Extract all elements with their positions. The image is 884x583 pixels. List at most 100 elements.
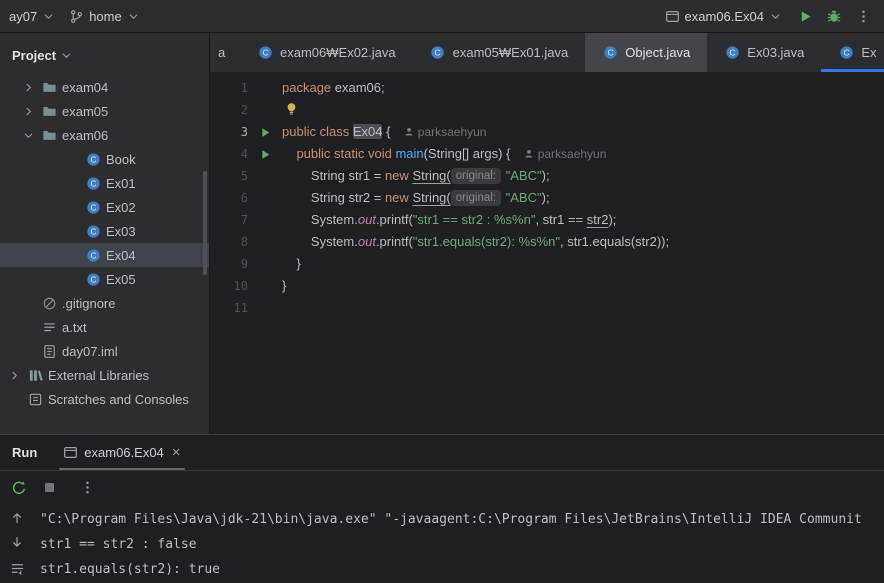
run-config-selector[interactable]: exam06.Ex04	[658, 6, 790, 27]
tree-item-external-libraries[interactable]: External Libraries	[0, 363, 209, 387]
tree-item-exam04[interactable]: exam04	[0, 75, 209, 99]
line-number[interactable]: 11	[210, 297, 248, 319]
stop-icon	[42, 480, 57, 495]
line-number[interactable]: 5	[210, 165, 248, 187]
code-line-5[interactable]: 5 String str1 = new String(original: "AB…	[210, 165, 884, 187]
tree-item-exam06[interactable]: exam06	[0, 123, 209, 147]
tree-item-gitignore[interactable]: .gitignore	[0, 291, 209, 315]
tree-item-label: .gitignore	[62, 295, 116, 311]
line-number[interactable]: 2	[210, 99, 248, 121]
line-number[interactable]: 7	[210, 209, 248, 231]
line-number[interactable]: 9	[210, 253, 248, 275]
tab-label: Ex03.java	[747, 45, 805, 60]
run-tool-window: Run exam06.Ex04 × "C:\Program Files\Java…	[0, 434, 884, 583]
tree-item-label: exam04	[62, 79, 109, 95]
tree-item-ex02[interactable]: C Ex02	[0, 195, 209, 219]
stop-button[interactable]	[36, 476, 62, 500]
editor-tab-ex[interactable]: C Ex	[821, 33, 884, 72]
tree-item-ex05[interactable]: C Ex05	[0, 267, 209, 291]
code-line-8[interactable]: 8 System.out.printf("str1.equals(str2): …	[210, 231, 884, 253]
debug-button[interactable]	[821, 3, 847, 29]
vcs-branch-widget[interactable]: home	[62, 6, 147, 27]
chevron-right-icon[interactable]	[6, 369, 22, 382]
scroll-up-button[interactable]	[4, 508, 30, 529]
editor-tab-object-java[interactable]: C Object.java	[585, 33, 708, 72]
run-panel-title[interactable]: Run	[0, 445, 53, 460]
code-line-1[interactable]: 1 package exam06;	[210, 77, 884, 99]
svg-text:C: C	[90, 226, 96, 236]
code-line-2[interactable]: 2	[210, 99, 884, 121]
editor-area: a Cexam06₩Ex02.java Cexam05₩Ex01.java C Obje…	[210, 33, 884, 434]
chevron-right-icon[interactable]	[20, 105, 36, 118]
project-tree: exam04 exam05 exam06 C Book C Ex01 C Ex02 C Ex03 C E…	[0, 69, 209, 411]
code-line-9[interactable]: 9 }	[210, 253, 884, 275]
tree-item-ex01[interactable]: C Ex01	[0, 171, 209, 195]
main-area: Project exam04 exam05 exam06 C Book C Ex01 C Ex0…	[0, 33, 884, 434]
scroll-down-button[interactable]	[4, 532, 30, 553]
code-line-7[interactable]: 7 System.out.printf("str1 == str2 : %s%n…	[210, 209, 884, 231]
line-number[interactable]: 10	[210, 275, 248, 297]
tree-item-book[interactable]: C Book	[0, 147, 209, 171]
tree-item-a-txt[interactable]: a.txt	[0, 315, 209, 339]
tree-item-label: Ex02	[106, 199, 136, 215]
console-more-button[interactable]	[74, 476, 100, 500]
code-line-4[interactable]: 4 public static void main(String[] args)…	[210, 143, 884, 165]
code-line-3[interactable]: 3 public class Ex04 { parksaehyun	[210, 121, 884, 143]
editor-tab-ex03-java[interactable]: C Ex03.java	[707, 33, 821, 72]
chevron-down-icon[interactable]	[20, 129, 36, 142]
editor-tab-a[interactable]: a	[210, 33, 240, 72]
chevron-right-icon[interactable]	[20, 81, 36, 94]
code-line-6[interactable]: 6 String str2 = new String(original: "AB…	[210, 187, 884, 209]
line-number[interactable]: 6	[210, 187, 248, 209]
close-icon[interactable]: ×	[172, 445, 181, 460]
svg-text:C: C	[90, 274, 96, 284]
editor-gutter: 1	[210, 77, 282, 99]
line-number[interactable]: 8	[210, 231, 248, 253]
more-dots-icon	[856, 9, 871, 24]
project-tool-window: Project exam04 exam05 exam06 C Book C Ex01 C Ex0…	[0, 33, 210, 434]
run-line-icon[interactable]	[260, 127, 271, 138]
project-scrollbar[interactable]	[203, 171, 207, 275]
branch-name: home	[89, 8, 122, 24]
line-number[interactable]: 1	[210, 77, 248, 99]
editor-gutter: 2	[210, 99, 282, 121]
svg-text:C: C	[90, 250, 96, 260]
code-text: String str1 = new String(original: "ABC"…	[282, 168, 550, 184]
run-button[interactable]	[792, 3, 818, 29]
chevron-down-icon	[127, 10, 140, 23]
tree-item-exam05[interactable]: exam05	[0, 99, 209, 123]
tree-item-label: Ex04	[106, 247, 136, 263]
rerun-button[interactable]	[6, 476, 32, 500]
intention-bulb-icon[interactable]	[286, 102, 297, 117]
code-text: public class Ex04 { parksaehyun	[282, 124, 487, 139]
editor-tab-exam05-ex01-java[interactable]: Cexam05₩Ex01.java	[413, 33, 586, 72]
text-icon	[41, 320, 57, 335]
class-icon: C	[85, 272, 101, 287]
tab-label: exam06₩Ex02.java	[280, 45, 396, 60]
editor-gutter: 5	[210, 165, 282, 187]
run-toolbar	[0, 471, 884, 504]
class-icon: C	[85, 152, 101, 167]
tree-item-ex04[interactable]: C Ex04	[0, 243, 209, 267]
editor-tab-exam06-ex02-java[interactable]: Cexam06₩Ex02.java	[240, 33, 413, 72]
run-tab[interactable]: exam06.Ex04 ×	[53, 435, 190, 470]
run-console[interactable]: "C:\Program Files\Java\jdk-21\bin\java.e…	[34, 504, 884, 583]
folder-icon	[41, 104, 57, 119]
code-editor[interactable]: 1 package exam06; 2 3 public class Ex04 { pa…	[210, 72, 884, 434]
soft-wrap-button[interactable]	[4, 558, 30, 579]
run-panel-header: Run exam06.Ex04 ×	[0, 435, 884, 471]
arrow-up-icon	[10, 511, 24, 525]
code-line-10[interactable]: 10}	[210, 275, 884, 297]
tree-item-ex03[interactable]: C Ex03	[0, 219, 209, 243]
line-number[interactable]: 4	[210, 143, 248, 165]
tree-item-scratches-and-consoles[interactable]: Scratches and Consoles	[0, 387, 209, 411]
run-line-icon[interactable]	[260, 149, 271, 160]
more-actions-button[interactable]	[850, 3, 876, 29]
line-number[interactable]: 3	[210, 121, 248, 143]
project-panel-header[interactable]: Project	[0, 33, 209, 69]
project-widget[interactable]: ay07	[2, 6, 62, 27]
class-icon: C	[724, 45, 740, 60]
toolbar-right-group: exam06.Ex04	[658, 3, 877, 29]
code-line-11[interactable]: 11	[210, 297, 884, 319]
tree-item-day07-iml[interactable]: day07.iml	[0, 339, 209, 363]
